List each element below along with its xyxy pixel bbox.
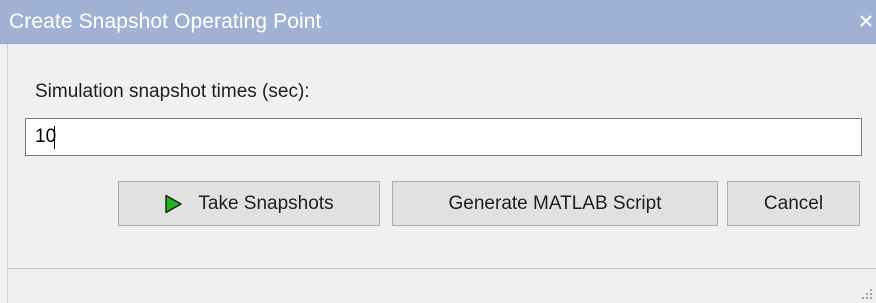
- resize-grip-icon[interactable]: [859, 286, 873, 300]
- cancel-button[interactable]: Cancel: [727, 181, 860, 226]
- window-left-edge: [0, 44, 8, 303]
- snapshot-dialog: Create Snapshot Operating Point Simulati…: [0, 0, 876, 303]
- generate-matlab-script-button[interactable]: Generate MATLAB Script: [392, 181, 718, 226]
- title-bar[interactable]: Create Snapshot Operating Point: [0, 0, 876, 44]
- dialog-title: Create Snapshot Operating Point: [9, 10, 322, 33]
- snapshot-times-label: Simulation snapshot times (sec):: [35, 81, 310, 102]
- text-caret: [54, 126, 55, 149]
- close-button[interactable]: [856, 6, 876, 36]
- take-snapshots-label: Take Snapshots: [198, 192, 334, 214]
- take-snapshots-button[interactable]: Take Snapshots: [118, 181, 380, 226]
- play-icon: [164, 194, 183, 214]
- cancel-label: Cancel: [763, 192, 824, 214]
- generate-script-label: Generate MATLAB Script: [448, 192, 662, 214]
- status-bar: [8, 269, 876, 303]
- snapshot-times-input[interactable]: [25, 118, 862, 156]
- close-icon: [860, 15, 872, 27]
